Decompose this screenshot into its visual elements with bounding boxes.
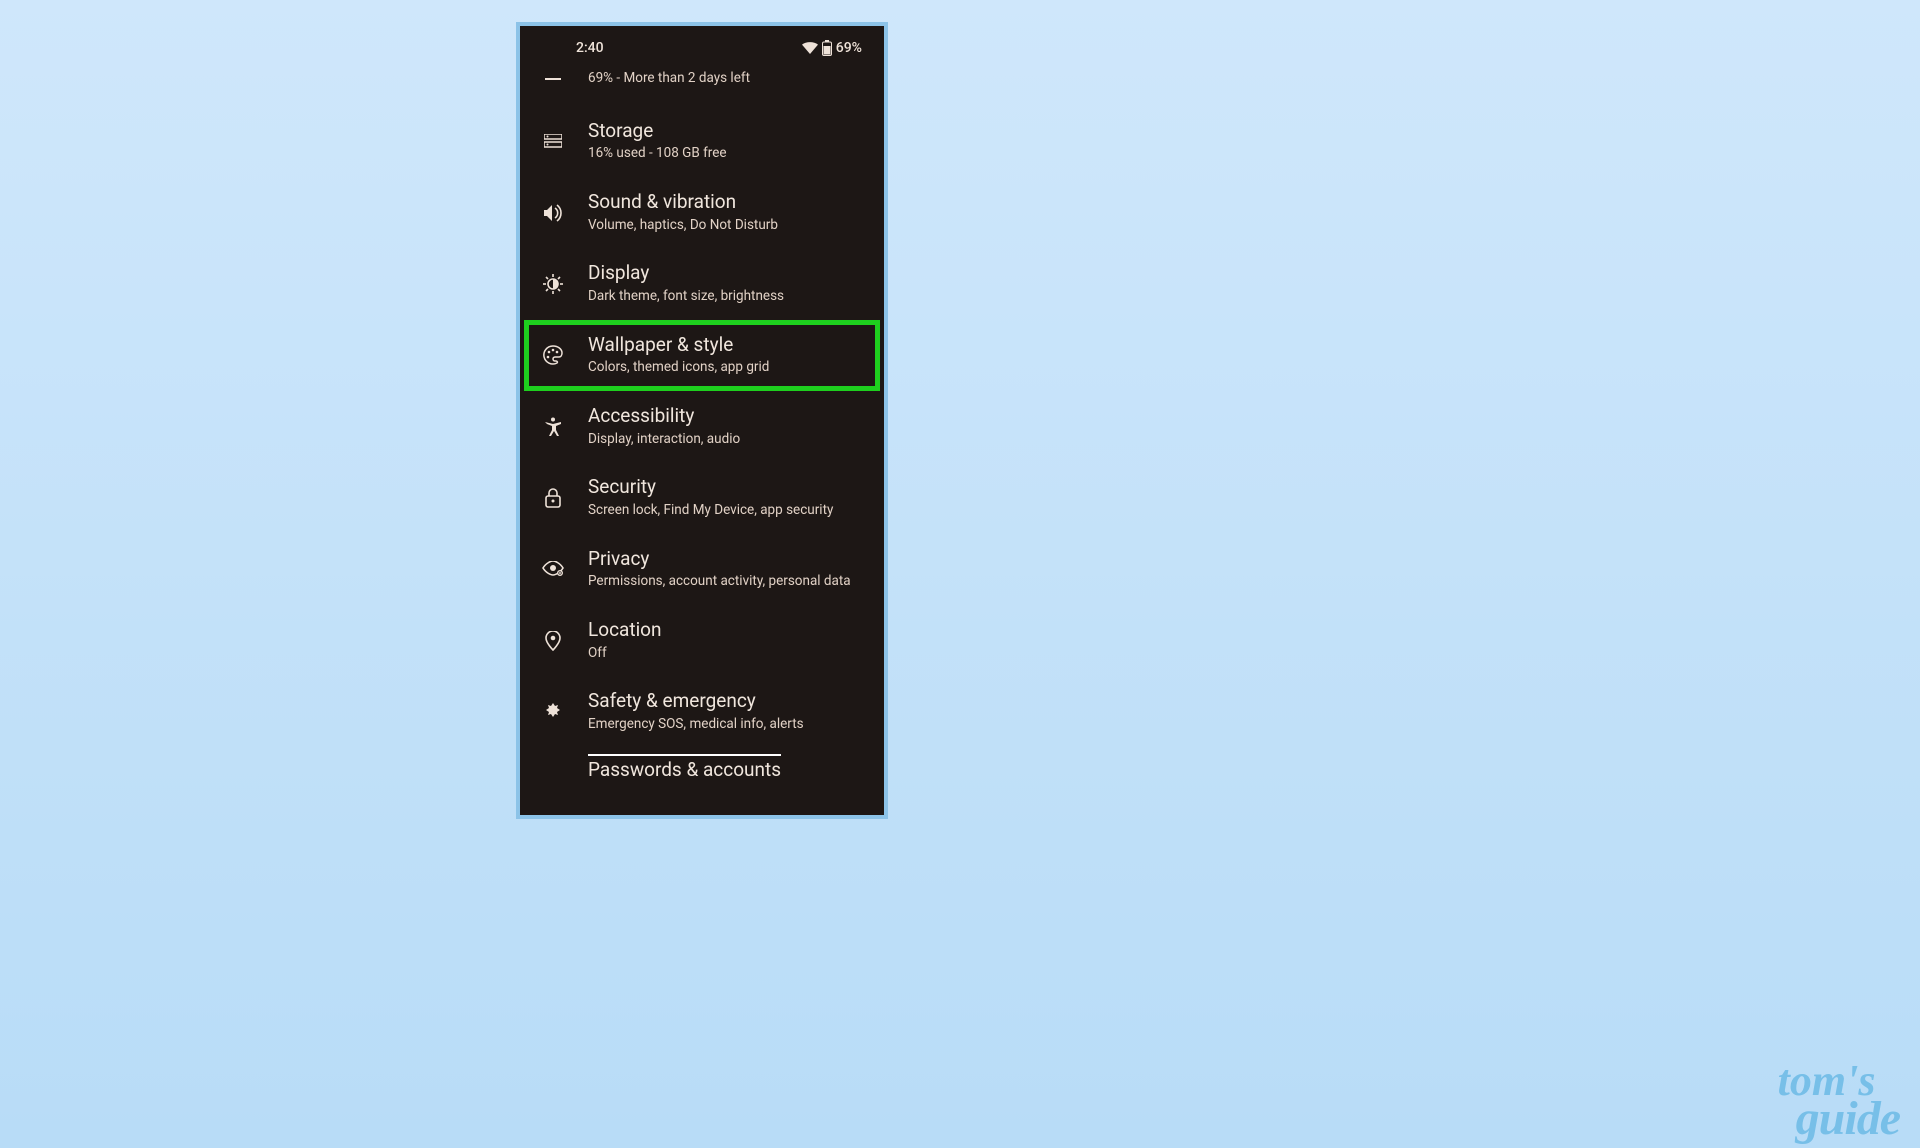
row-subtitle: Display, interaction, audio [588, 431, 864, 449]
battery-row-icon [542, 76, 564, 82]
row-subtitle: 69% - More than 2 days left [588, 70, 864, 88]
row-title: Sound & vibration [588, 191, 864, 214]
medical-icon [542, 703, 564, 721]
lock-icon [542, 488, 564, 508]
row-title: Accessibility [588, 405, 864, 428]
location-icon [542, 631, 564, 651]
palette-icon [542, 345, 564, 365]
storage-icon [542, 134, 564, 148]
row-subtitle: Volume, haptics, Do Not Disturb [588, 217, 864, 235]
row-title: Display [588, 262, 864, 285]
display-icon [542, 274, 564, 294]
privacy-icon [542, 561, 564, 577]
watermark-logo: tom's guide [1778, 1062, 1900, 1140]
row-subtitle: Off [588, 645, 864, 663]
row-subtitle: Colors, themed icons, app grid [588, 359, 864, 377]
row-title: Storage [588, 120, 864, 143]
settings-row-storage[interactable]: Storage 16% used - 108 GB free [520, 106, 884, 177]
settings-row-location[interactable]: Location Off [520, 605, 884, 676]
row-subtitle: 16% used - 108 GB free [588, 145, 864, 163]
phone-screenshot: 2:40 69% 69% - More than 2 days left Sto… [516, 22, 888, 819]
settings-row-safety-emergency[interactable]: Safety & emergency Emergency SOS, medical… [520, 676, 884, 747]
settings-row-privacy[interactable]: Privacy Permissions, account activity, pe… [520, 534, 884, 605]
status-right: 69% [802, 40, 862, 56]
settings-row-passwords-cut[interactable]: Passwords & accounts [520, 748, 884, 781]
settings-row-wallpaper-style[interactable]: Wallpaper & style Colors, themed icons, a… [524, 320, 880, 391]
settings-row-sound-vibration[interactable]: Sound & vibration Volume, haptics, Do Not… [520, 177, 884, 248]
settings-row-battery[interactable]: 69% - More than 2 days left [520, 70, 884, 106]
row-title: Wallpaper & style [588, 334, 864, 357]
row-title: Location [588, 619, 864, 642]
settings-list[interactable]: 69% - More than 2 days left Storage 16% u… [520, 56, 884, 781]
settings-row-security[interactable]: Security Screen lock, Find My Device, app… [520, 462, 884, 533]
accessibility-icon [542, 417, 564, 437]
settings-row-display[interactable]: Display Dark theme, font size, brightness [520, 248, 884, 319]
row-title: Safety & emergency [588, 690, 864, 713]
row-title: Security [588, 476, 864, 499]
battery-icon [822, 40, 832, 56]
row-subtitle: Emergency SOS, medical info, alerts [588, 716, 864, 734]
sound-icon [542, 204, 564, 222]
row-subtitle: Permissions, account activity, personal … [588, 573, 864, 591]
row-title: Privacy [588, 548, 864, 571]
row-subtitle: Screen lock, Find My Device, app securit… [588, 502, 864, 520]
status-bar: 2:40 69% [520, 26, 884, 56]
settings-row-accessibility[interactable]: Accessibility Display, interaction, audio [520, 391, 884, 462]
wifi-icon [802, 42, 818, 54]
status-battery-pct: 69% [836, 40, 862, 56]
status-time: 2:40 [576, 40, 604, 56]
row-subtitle: Dark theme, font size, brightness [588, 288, 864, 306]
